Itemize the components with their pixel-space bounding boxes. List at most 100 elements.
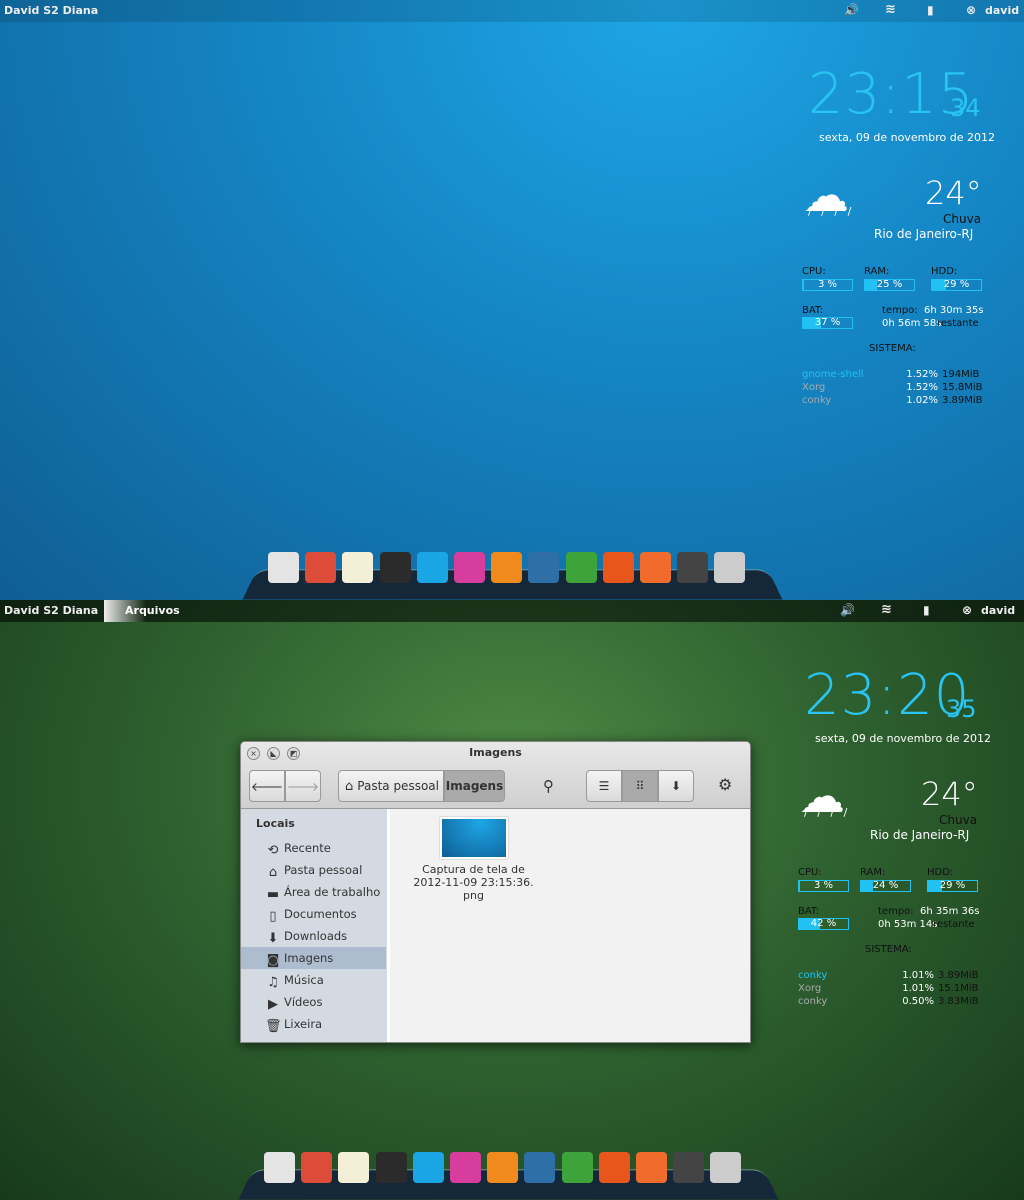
grid-view-button[interactable]: ⠿ xyxy=(622,770,658,802)
app-menu-files[interactable]: Arquivos xyxy=(104,600,180,622)
cpu-bar: 3 % xyxy=(802,279,853,291)
dock-writer-icon[interactable] xyxy=(528,552,560,583)
dock-calc-icon[interactable] xyxy=(561,1152,593,1183)
rain-drops: / / / / xyxy=(804,806,851,819)
user-menu[interactable]: David S2 Diana xyxy=(4,604,98,617)
bat-bar: 37 % xyxy=(802,317,853,329)
remaining-value: 0h 56m 58s xyxy=(882,318,942,329)
tempo-label: tempo: xyxy=(882,305,918,316)
account-name[interactable]: david xyxy=(985,4,1019,17)
tempo-value: 6h 35m 36s xyxy=(920,906,980,917)
date-label: sexta, 09 de novembro de 2012 xyxy=(819,131,996,144)
sidebar-item-documentos[interactable]: ▯ Documentos xyxy=(241,903,386,925)
ram-label: RAM: xyxy=(860,867,886,878)
file-name-line2: 2012-11-09 23:15:36. xyxy=(413,876,534,889)
dock-xmind-icon[interactable] xyxy=(450,1152,481,1183)
ram-value: 25 % xyxy=(876,279,903,290)
cpu-label: CPU: xyxy=(802,266,826,277)
volume-icon[interactable]: 🔊 xyxy=(840,603,855,617)
sidebar-item-downloads[interactable]: ⬇ Downloads xyxy=(241,925,386,947)
process-mem: 3.83MiB xyxy=(938,996,979,1007)
sidebar-item-lixeira[interactable]: 🗑 Lixeira xyxy=(241,1013,386,1035)
breadcrumb-home[interactable]: ⌂ Pasta pessoal xyxy=(338,770,444,802)
wifi-icon[interactable]: ≋ xyxy=(881,602,892,617)
dock-system-settings-icon[interactable] xyxy=(640,552,671,583)
dock-xmind-icon[interactable] xyxy=(454,552,485,583)
sistema-heading: SISTEMA: xyxy=(869,343,916,354)
home-icon: ⌂ xyxy=(345,778,354,794)
ram-value: 24 % xyxy=(872,880,899,891)
top-panel: David S2 Diana 🔊 ≋ ▮ ⊗ david xyxy=(0,0,1024,22)
remaining-label: restante xyxy=(933,919,975,930)
dock-skype-icon[interactable] xyxy=(412,1152,444,1183)
battery-icon[interactable]: ▮ xyxy=(923,603,930,617)
dock-chrome-icon[interactable] xyxy=(301,1152,333,1183)
dock-ubuntu-one-icon[interactable] xyxy=(602,552,634,583)
dock-files-icon[interactable] xyxy=(264,1152,295,1183)
dock-media-player-icon[interactable] xyxy=(491,552,523,583)
user-icon[interactable]: ⊗ xyxy=(962,603,972,617)
hdd-label: HDD: xyxy=(931,266,958,277)
dock-media-player-icon[interactable] xyxy=(487,1152,519,1183)
dock-text-editor-icon[interactable] xyxy=(342,552,374,583)
dock-text-editor-icon[interactable] xyxy=(338,1152,370,1183)
dock-tweak-tool-icon[interactable] xyxy=(673,1152,705,1183)
volume-icon[interactable]: 🔊 xyxy=(844,3,859,17)
dock-files-icon[interactable] xyxy=(268,552,299,583)
dock-trash-icon[interactable] xyxy=(714,552,746,583)
process-cpu: 1.01% xyxy=(902,983,934,994)
breadcrumb-current[interactable]: Imagens xyxy=(444,770,505,802)
sidebar: Locais ⟲ Recente ⌂ Pasta pessoal ▬ Área de tra… xyxy=(241,809,390,1042)
dock-terminal-icon[interactable] xyxy=(379,552,411,583)
gear-icon[interactable]: ⚙ xyxy=(718,775,732,794)
sidebar-item-área-de-trabalho[interactable]: ▬ Área de trabalho xyxy=(241,881,386,903)
sidebar-item-imagens[interactable]: ◙ Imagens xyxy=(241,947,386,969)
date-label: sexta, 09 de novembro de 2012 xyxy=(815,732,992,745)
ram-label: RAM: xyxy=(864,266,890,277)
account-name[interactable]: david xyxy=(981,604,1015,617)
cpu-bar: 3 % xyxy=(798,880,849,892)
hdd-bar: 29 % xyxy=(931,279,982,291)
process-name: Xorg xyxy=(802,382,826,393)
process-cpu: 1.52% xyxy=(906,369,938,380)
user-menu[interactable]: David S2 Diana xyxy=(4,4,98,17)
city-label: Rio de Janeiro-RJ xyxy=(874,227,974,241)
hdd-value: 29 % xyxy=(939,880,966,891)
dock-system-settings-icon[interactable] xyxy=(636,1152,667,1183)
process-name: conky xyxy=(802,395,832,406)
wifi-icon[interactable]: ≋ xyxy=(885,2,896,17)
sidebar-item-recente[interactable]: ⟲ Recente xyxy=(241,837,386,859)
process-cpu: 1.52% xyxy=(906,382,938,393)
trash-icon: 🗑 xyxy=(265,1019,282,1034)
tempo-label: tempo: xyxy=(878,906,914,917)
dock-tweak-tool-icon[interactable] xyxy=(677,552,709,583)
process-name: conky xyxy=(798,996,828,1007)
sidebar-item-vídeos[interactable]: ▶ Vídeos xyxy=(241,991,386,1013)
dock-chrome-icon[interactable] xyxy=(305,552,337,583)
sidebar-item-label: Vídeos xyxy=(284,995,323,1009)
sidebar-item-música[interactable]: ♫ Música xyxy=(241,969,386,991)
dock-terminal-icon[interactable] xyxy=(375,1152,407,1183)
list-view-button[interactable]: ☰ xyxy=(586,770,622,802)
sidebar-item-label: Área de trabalho xyxy=(284,885,381,899)
city-label: Rio de Janeiro-RJ xyxy=(870,828,970,842)
process-mem: 3.89MiB xyxy=(942,395,983,406)
search-icon[interactable]: ⚲ xyxy=(543,777,554,795)
temperature: 24° xyxy=(921,775,978,813)
dock-calc-icon[interactable] xyxy=(565,552,597,583)
battery-icon[interactable]: ▮ xyxy=(927,3,934,17)
dock-ubuntu-one-icon[interactable] xyxy=(598,1152,630,1183)
file-item[interactable]: Captura de tela de 2012-11-09 23:15:36. pn… xyxy=(411,817,536,902)
dock-skype-icon[interactable] xyxy=(416,552,448,583)
view-options-button[interactable]: ⬇ xyxy=(658,770,694,802)
user-icon[interactable]: ⊗ xyxy=(966,3,976,17)
dock-trash-icon[interactable] xyxy=(710,1152,742,1183)
dock-writer-icon[interactable] xyxy=(524,1152,556,1183)
temperature: 24° xyxy=(925,174,982,212)
file-manager-window: × ◣ ◩ Imagens 🡐 🡒 ⌂ Pasta pessoal Imagens ⚲ ☰ ⠿ ⬇ ⚙ Lo… xyxy=(240,741,751,1043)
back-button[interactable]: 🡐 xyxy=(249,770,285,802)
header-bar: × ◣ ◩ Imagens 🡐 🡒 ⌂ Pasta pessoal Imagens ⚲ ☰ ⠿ ⬇ ⚙ xyxy=(241,742,750,809)
forward-button[interactable]: 🡒 xyxy=(285,770,321,802)
top-panel: David S2 Diana Arquivos 🔊 ≋ ▮ ⊗ david xyxy=(0,600,1024,622)
sidebar-item-pasta-pessoal[interactable]: ⌂ Pasta pessoal xyxy=(241,859,386,881)
